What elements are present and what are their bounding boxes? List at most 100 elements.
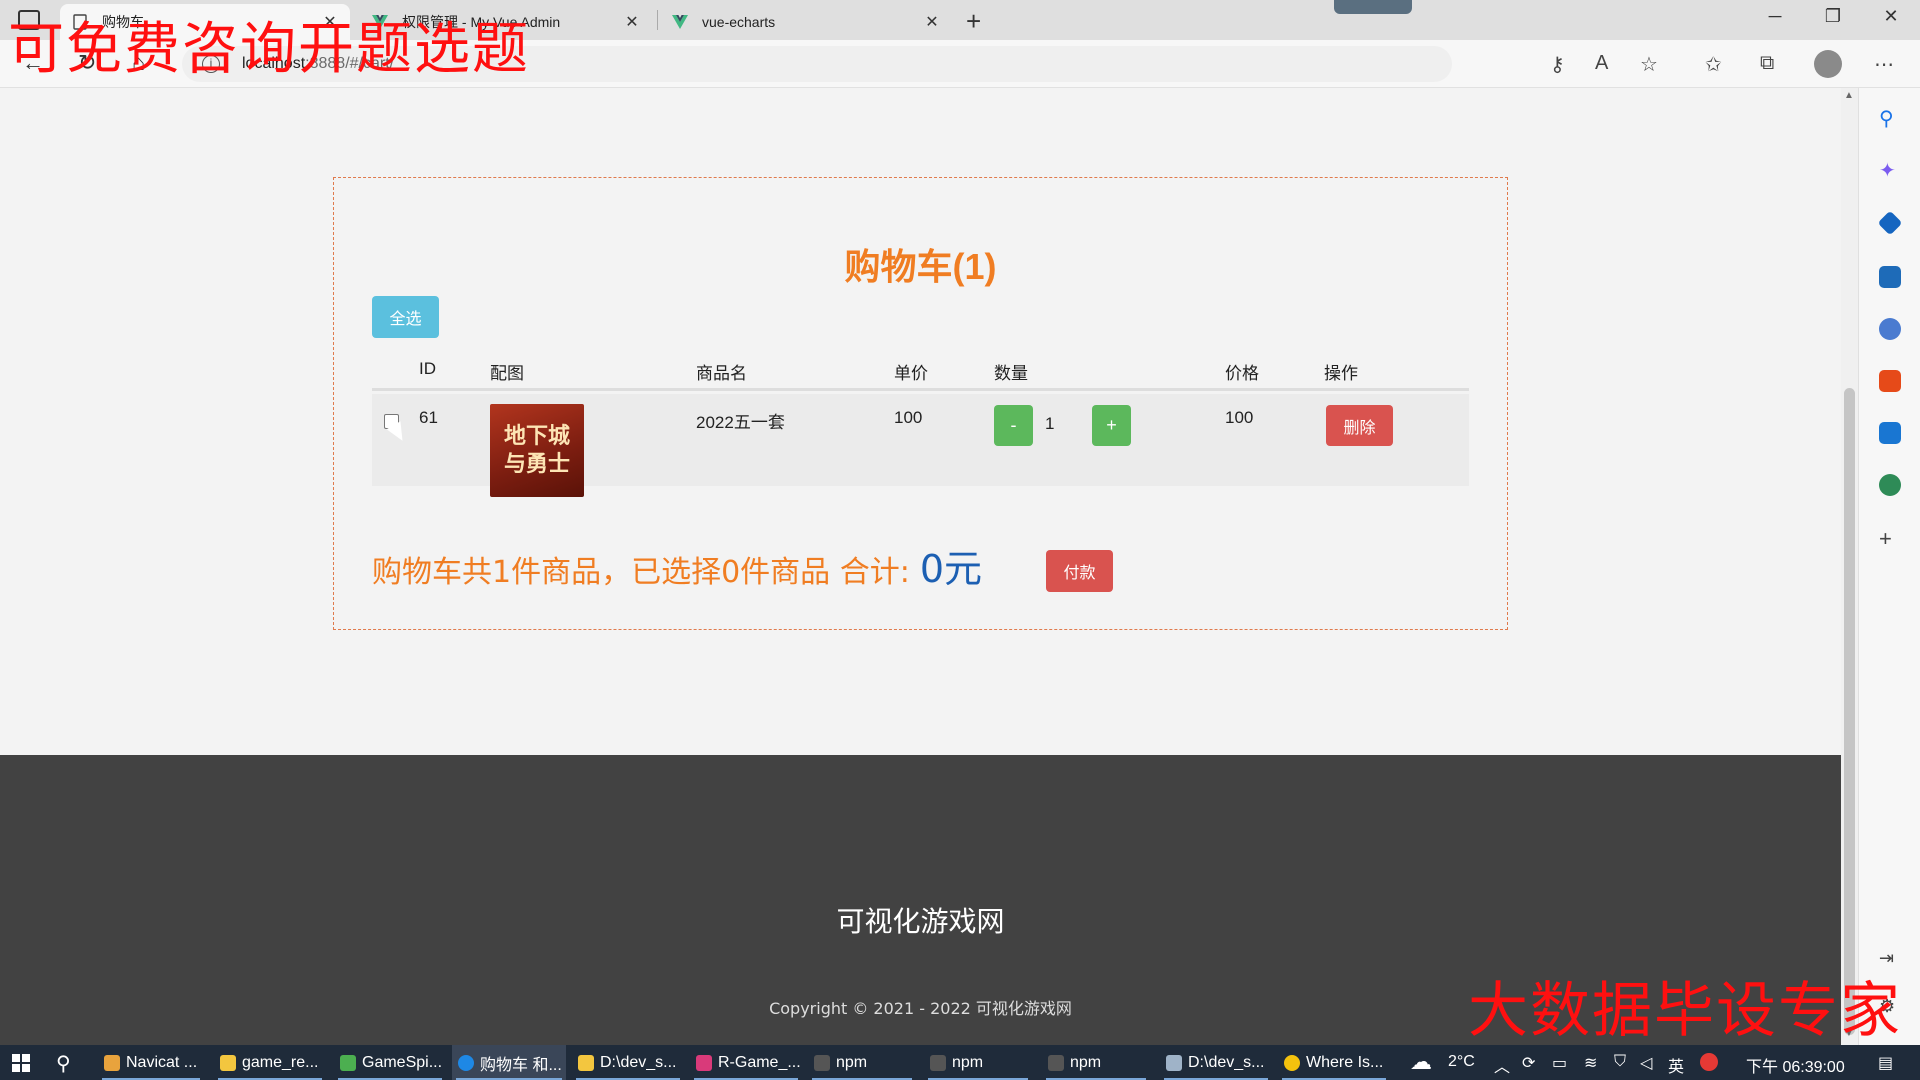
pycharm-icon	[340, 1054, 356, 1071]
tab-vue-echarts[interactable]: vue-echarts ✕	[660, 4, 952, 40]
key-icon[interactable]: ⚷	[1550, 52, 1565, 77]
taskbar-app-dev-folder[interactable]: D:\dev_s...	[572, 1045, 684, 1080]
games-icon[interactable]	[1879, 318, 1901, 340]
item-price: 100	[1225, 408, 1254, 427]
increase-quantity-button[interactable]: +	[1092, 405, 1131, 446]
windows-start-icon[interactable]	[12, 1054, 30, 1072]
add-sidebar-app-icon[interactable]: +	[1879, 526, 1901, 551]
image-text: 地下城	[503, 423, 570, 449]
notepad-icon	[578, 1054, 594, 1071]
taskbar-app-where-is[interactable]: Where Is...	[1278, 1045, 1390, 1080]
taskbar-app-edge[interactable]: 购物车 和...	[452, 1045, 566, 1080]
shield-icon[interactable]: ⛉	[1614, 1053, 1626, 1071]
image-text: 与勇士	[503, 451, 570, 477]
taskbar-app-gamespi[interactable]: GameSpi...	[334, 1045, 446, 1080]
taskbar-app-label: game_re...	[242, 1053, 319, 1071]
cart-summary: 购物车共1件商品，已选择0件商品 合计: 0元	[372, 538, 982, 593]
item-id: 61	[419, 408, 438, 427]
taskbar-app-navicat[interactable]: Navicat ...	[98, 1045, 204, 1080]
folder-icon	[220, 1054, 236, 1071]
taskbar-app-npm-1[interactable]: npm	[808, 1045, 916, 1080]
taskbar-app-label: npm	[836, 1053, 868, 1071]
terminal-icon	[814, 1054, 830, 1071]
search-icon[interactable]: ⚲	[56, 1051, 71, 1076]
watermark-top: 可免费咨询开题选题	[8, 17, 530, 82]
more-menu-icon[interactable]: ⋯	[1874, 52, 1894, 77]
copilot-icon[interactable]: ✦	[1879, 158, 1901, 182]
page-viewport: 购物车(1) 全选 ID 配图 商品名 单价 数量 价格 操作 61 地下城 与…	[0, 88, 1841, 1045]
decrease-quantity-button[interactable]: -	[994, 405, 1033, 446]
edge-sidebar: ⚲ ✦ + ⇥ ⚙	[1858, 88, 1920, 1045]
taskbar-app-label: D:\dev_s...	[1188, 1053, 1265, 1071]
taskbar-app-label: npm	[1070, 1053, 1102, 1071]
cart-total: 0元	[919, 547, 983, 591]
ime-indicator[interactable]: 英	[1668, 1053, 1684, 1077]
drop-icon[interactable]	[1879, 474, 1901, 496]
window-icon	[1166, 1054, 1182, 1071]
cart-panel: 购物车(1) 全选 ID 配图 商品名 单价 数量 价格 操作 61 地下城 与…	[333, 177, 1508, 630]
favorites-icon[interactable]: ✩	[1705, 52, 1722, 77]
taskbar-app-npm-2[interactable]: npm	[924, 1045, 1032, 1080]
taskbar-app-label: 购物车 和...	[480, 1056, 562, 1074]
tab-title: vue-echarts	[702, 14, 776, 30]
scroll-thumb[interactable]	[1844, 388, 1855, 1035]
page-scrollbar[interactable]: ▲ ▼	[1841, 88, 1858, 1045]
select-all-button[interactable]: 全选	[372, 296, 439, 338]
wifi-icon[interactable]: ≋	[1584, 1053, 1597, 1073]
shopping-tag-icon[interactable]	[1877, 210, 1903, 236]
edge-icon	[458, 1054, 474, 1071]
item-unit-price: 100	[894, 408, 923, 427]
restore-button[interactable]: ❐	[1810, 6, 1856, 27]
taskbar-app-label: R-Game_...	[718, 1053, 801, 1071]
chrome-icon	[1284, 1054, 1300, 1071]
battery-icon[interactable]: ▭	[1552, 1053, 1567, 1073]
notification-icon[interactable]: ▤	[1878, 1053, 1893, 1073]
column-header-image: 配图	[490, 364, 524, 383]
new-tab-button[interactable]: +	[966, 6, 981, 37]
item-image: 地下城 与勇士	[490, 404, 584, 497]
taskbar-app-label: Where Is...	[1306, 1053, 1384, 1071]
minimize-button[interactable]: ─	[1752, 6, 1798, 27]
pay-button[interactable]: 付款	[1046, 550, 1113, 592]
system-clock[interactable]: 下午 06:39:00	[1746, 1053, 1845, 1077]
cart-title: 购物车(1)	[844, 246, 997, 287]
close-window-button[interactable]: ✕	[1868, 6, 1914, 27]
tray-sync-icon[interactable]: ⟳	[1522, 1053, 1535, 1073]
weather-icon[interactable]: ☁	[1410, 1049, 1432, 1075]
taskbar-app-label: D:\dev_s...	[600, 1053, 677, 1071]
taskbar-app-game-re[interactable]: game_re...	[214, 1045, 326, 1080]
collections-icon[interactable]: ⧉	[1760, 52, 1774, 75]
taskbar-app-npm-3[interactable]: npm	[1042, 1045, 1150, 1080]
intellij-icon	[696, 1054, 712, 1071]
footer-site-name: 可视化游戏网	[836, 905, 1005, 938]
close-tab-icon[interactable]: ✕	[924, 12, 940, 32]
weather-temperature[interactable]: 2°C	[1448, 1053, 1475, 1071]
watermark-bottom: 大数据毕设专家	[1468, 976, 1902, 1046]
volume-icon[interactable]: ◁	[1640, 1053, 1652, 1073]
column-header-id: ID	[419, 359, 436, 378]
taskbar-app-r-game[interactable]: R-Game_...	[690, 1045, 802, 1080]
outlook-icon[interactable]	[1879, 422, 1901, 444]
vue-icon	[672, 15, 688, 29]
terminal-icon	[930, 1054, 946, 1071]
delete-button[interactable]: 删除	[1326, 405, 1393, 446]
camera-indicator	[1334, 0, 1412, 14]
taskbar-app-label: Navicat ...	[126, 1053, 198, 1071]
taskbar-app-dev-window[interactable]: D:\dev_s...	[1160, 1045, 1272, 1080]
tools-icon[interactable]	[1879, 266, 1901, 288]
scroll-up-icon[interactable]: ▲	[1844, 90, 1854, 101]
search-icon[interactable]: ⚲	[1879, 106, 1901, 130]
ime-app-icon[interactable]	[1700, 1053, 1718, 1071]
office-icon[interactable]	[1879, 370, 1901, 392]
navicat-icon	[104, 1054, 120, 1071]
read-aloud-icon[interactable]: A	[1595, 52, 1608, 75]
add-favorite-icon[interactable]: ☆	[1640, 52, 1658, 77]
column-header-actions: 操作	[1324, 364, 1358, 383]
tray-overflow-icon[interactable]: ︿	[1494, 1053, 1510, 1077]
column-header-name: 商品名	[696, 364, 747, 383]
terminal-icon	[1048, 1054, 1064, 1071]
close-tab-icon[interactable]: ✕	[624, 12, 640, 32]
taskbar-app-label: npm	[952, 1053, 984, 1071]
column-header-price: 价格	[1225, 364, 1259, 383]
profile-avatar-icon[interactable]	[1814, 50, 1842, 78]
